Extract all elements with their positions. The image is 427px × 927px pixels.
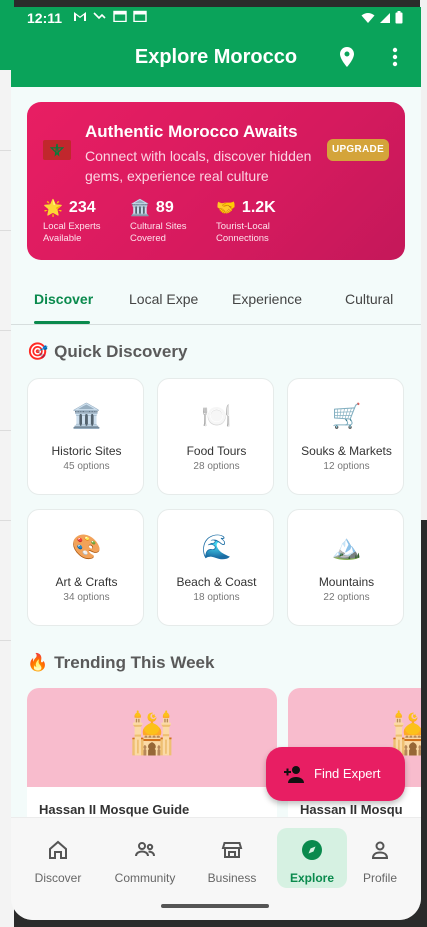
find-expert-label: Find Expert [314,766,381,781]
category-souks-markets[interactable]: 🛒 Souks & Markets 12 options [287,378,404,495]
stat-value: 234 [68,199,96,216]
category-name: Souks & Markets [301,444,392,458]
nav-community[interactable]: Community [110,828,180,888]
category-name: Beach & Coast [176,575,257,589]
person-add-icon [284,766,304,783]
calendar-icon [113,10,127,22]
upgrade-button[interactable]: UPGRADE [327,139,389,161]
category-food-tours[interactable]: 🍽️ Food Tours 28 options [157,378,274,495]
stat-value: 89 [155,199,174,216]
category-name: Food Tours [186,444,247,458]
more-vert-icon[interactable] [383,45,407,69]
quick-discovery-heading: 🎯 Quick Discovery [27,342,187,362]
hero-title: Authentic Morocco Awaits [85,122,298,141]
category-art-crafts[interactable]: 🎨 Art & Crafts 34 options [27,509,144,626]
category-name: Art & Crafts [55,575,118,589]
trending-card[interactable]: 🕌 Hassan II Mosque Guide [27,688,277,828]
gesture-bar[interactable] [161,904,269,908]
compass-icon [302,840,322,860]
trending-heading: 🔥 Trending This Week [27,653,214,673]
person-icon [371,841,389,859]
stat-label: Tourist-Local [216,221,270,232]
missed-call-icon [93,12,106,20]
category-beach-coast[interactable]: 🌊 Beach & Coast 18 options [157,509,274,626]
morocco-flag-icon [43,140,71,160]
nav-discover[interactable]: Discover [23,828,93,888]
battery-icon [395,11,403,24]
location-pin-icon[interactable] [335,45,359,69]
system-icons [361,11,403,24]
category-count: 34 options [63,592,110,603]
wave-icon: 🌊 [201,534,232,561]
classical-building-icon: 🏛️ [130,200,150,217]
fire-icon: 🔥 [27,653,49,672]
nav-label: Discover [34,871,82,885]
nav-label: Explore [289,871,334,885]
hero-subtitle: Connect with locals, discover hidden gem… [85,148,312,184]
wifi-icon [361,12,375,23]
stat-label: Cultural Sites [130,221,187,232]
status-time: 12:11 [27,10,63,26]
hero-banner[interactable]: Authentic Morocco Awaits Connect with lo… [27,102,405,260]
category-count: 12 options [323,461,370,472]
plate-cutlery-icon: 🍽️ [201,403,232,430]
palette-icon: 🎨 [71,534,102,561]
tab-indicator [34,321,90,324]
home-icon [49,840,67,859]
stat-local-experts: 🌟 234 Local Experts Available [43,198,101,245]
group-icon [135,842,155,857]
stat-connections: 🤝 1.2K Tourist-Local Connections [216,198,276,245]
tab-discover[interactable]: Discover [34,291,93,307]
notification-icons [73,10,147,22]
category-mountains[interactable]: 🏔️ Mountains 22 options [287,509,404,626]
stat-label: Connections [216,233,269,244]
handshake-icon: 🤝 [216,200,236,217]
category-name: Historic Sites [51,444,122,458]
stat-cultural-sites: 🏛️ 89 Cultural Sites Covered [130,198,187,245]
nav-business[interactable]: Business [197,828,267,888]
category-count: 28 options [193,461,240,472]
stat-label: Available [43,233,82,244]
star-icon: 🌟 [43,200,63,217]
app-bar: Explore Morocco [11,31,421,87]
stat-label: Local Experts [43,221,101,232]
tab-bar: Discover Local Expe Experience Cultural [11,275,421,325]
nav-label: Community [114,871,176,885]
gmail-icon [74,12,86,21]
tab-experiences[interactable]: Experience [232,291,304,307]
tab-local-experts[interactable]: Local Expe [129,291,199,307]
stat-value: 1.2K [241,199,276,216]
trending-card-title: Hassan II Mosque Guide [39,802,190,817]
store-icon [221,842,243,858]
section-title-text: Trending This Week [54,653,215,672]
status-bar: 12:11 [11,7,421,31]
mosque-icon: 🕌 [127,712,177,756]
nav-label: Profile [362,871,397,885]
nav-label: Business [207,871,257,885]
page-title: Explore Morocco [134,46,298,68]
category-historic-sites[interactable]: 🏛️ Historic Sites 45 options [27,378,144,495]
tab-cultural[interactable]: Cultural [345,291,393,307]
calendar-icon-2 [133,10,147,22]
classical-building-icon: 🏛️ [71,403,102,430]
background-edge [420,0,427,927]
phone-screen: 12:11 Explore Morocco Authentic Morocco … [11,7,421,920]
category-count: 18 options [193,592,240,603]
signal-icon [380,12,390,23]
section-title-text: Quick Discovery [54,342,188,361]
find-expert-button[interactable]: Find Expert [266,747,405,801]
stat-label: Covered [130,233,166,244]
category-name: Mountains [318,575,375,589]
trending-card-title: Hassan II Mosqu [300,802,403,817]
mountain-icon: 🏔️ [331,534,362,561]
target-icon: 🎯 [27,342,49,361]
shopping-cart-icon: 🛒 [331,403,362,430]
nav-profile[interactable]: Profile [345,828,415,888]
category-count: 45 options [63,461,110,472]
category-count: 22 options [323,592,370,603]
device-frame: 12:11 Explore Morocco Authentic Morocco … [0,0,427,927]
nav-explore[interactable]: Explore [277,828,347,888]
